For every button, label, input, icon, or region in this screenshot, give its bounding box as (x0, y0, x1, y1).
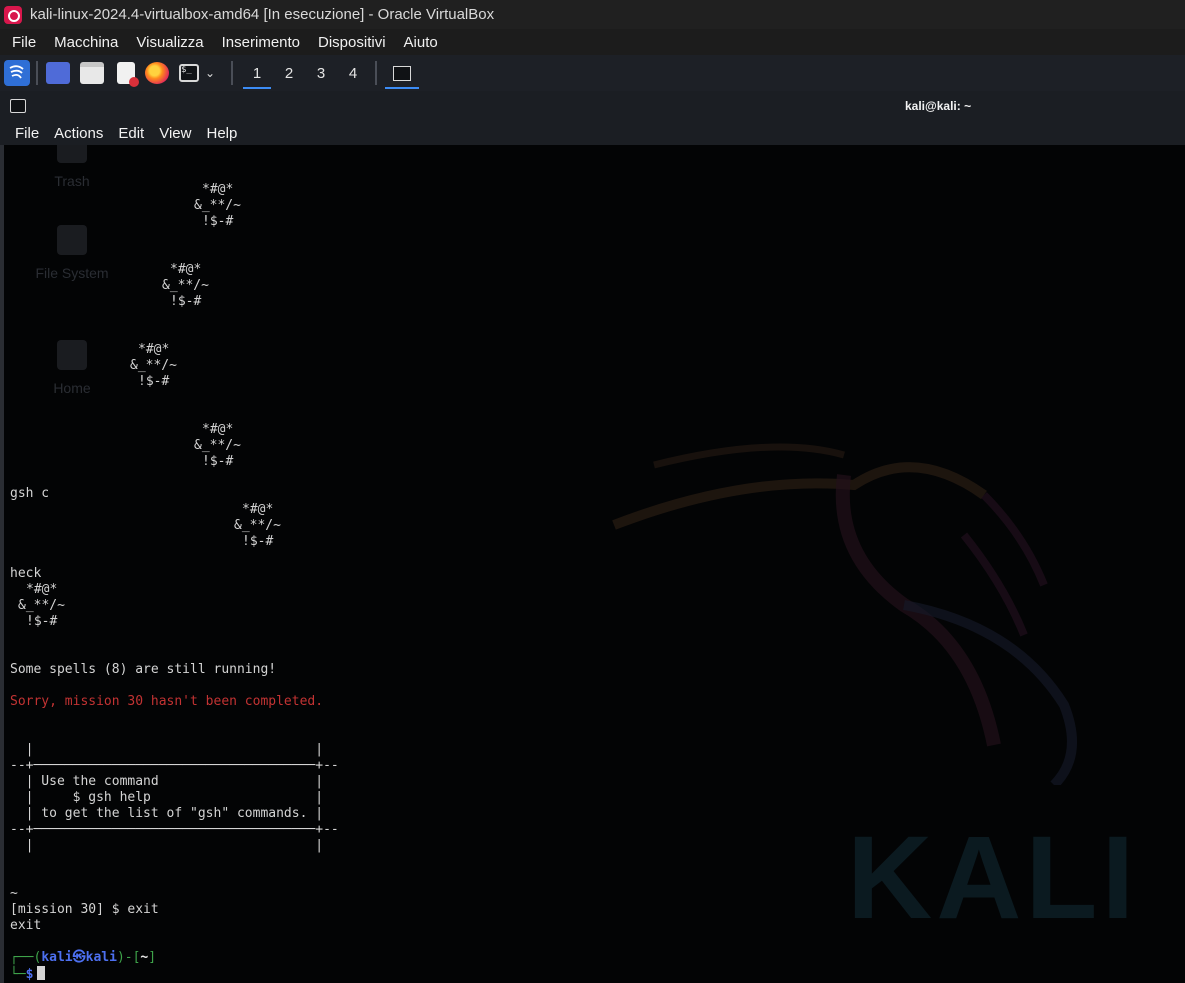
spell-line: !$-# (26, 614, 58, 629)
virtualbox-title-bar: kali-linux-2024.4-virtualbox-amd64 [In e… (0, 0, 1185, 29)
vb-menu-inserimento[interactable]: Inserimento (222, 34, 300, 51)
term-menu-help[interactable]: Help (206, 125, 237, 142)
file-manager-icon[interactable] (80, 62, 104, 84)
prompt-user: kali㉿kali (41, 950, 117, 965)
spell-line: *#@* (26, 582, 58, 597)
help-box-line: --+────────────────────────────────────+… (10, 822, 339, 837)
vb-menu-macchina[interactable]: Macchina (54, 34, 118, 51)
workspace-2[interactable]: 2 (273, 55, 305, 91)
vb-menu-file[interactable]: File (12, 34, 36, 51)
spell-line: &_**/~ (194, 438, 241, 453)
kali-watermark-text: KALI (847, 812, 1139, 944)
workspace-4[interactable]: 4 (337, 55, 369, 91)
text-cursor (37, 966, 46, 980)
output-line: exit (10, 918, 42, 933)
output-line: gsh c (10, 486, 50, 501)
spell-line: &_**/~ (18, 598, 65, 613)
help-box-line: | | (10, 742, 324, 757)
help-box-line: | Use the command | (10, 774, 324, 789)
terminal-icon[interactable]: $_ (179, 64, 199, 82)
spell-line: *#@* (202, 182, 234, 197)
taskbar-terminal-window[interactable] (385, 55, 420, 91)
firefox-icon[interactable] (145, 62, 169, 84)
spell-line: &_**/~ (130, 358, 177, 373)
workspace-1[interactable]: 1 (241, 55, 273, 91)
kali-dragon-watermark (612, 443, 1077, 785)
kali-menu-icon[interactable] (4, 60, 30, 86)
shell-prompt-line2[interactable]: └─$ (10, 966, 46, 983)
desktop-trash-icon: Trash (27, 145, 117, 189)
vb-menu-visualizza[interactable]: Visualizza (136, 34, 203, 51)
window-title: kali-linux-2024.4-virtualbox-amd64 [In e… (30, 6, 495, 23)
panel-separator (231, 61, 234, 85)
chevron-down-icon[interactable]: ⌄ (205, 66, 215, 80)
terminal-title-bar: kali@kali: ~ (0, 91, 1185, 121)
show-desktop-icon[interactable] (46, 62, 70, 84)
mission-prompt-line: [mission 30] $ exit (10, 902, 159, 917)
running-message: Some spells (8) are still running! (10, 662, 277, 677)
desktop-home-icon: Home (27, 340, 117, 396)
panel-separator (375, 61, 378, 85)
spell-line: !$-# (202, 214, 234, 229)
spell-line: !$-# (202, 454, 234, 469)
error-message: Sorry, mission 30 hasn't been completed. (10, 694, 324, 709)
term-menu-edit[interactable]: Edit (118, 125, 144, 142)
terminal-window-icon[interactable] (10, 99, 26, 113)
text-editor-icon[interactable] (117, 62, 139, 87)
spell-line: *#@* (242, 502, 274, 517)
kali-panel: $_ ⌄ 1 2 3 4 (0, 55, 1185, 91)
spell-line: *#@* (138, 342, 170, 357)
help-box-line: --+────────────────────────────────────+… (10, 758, 339, 773)
help-box-line: | | (10, 838, 324, 853)
virtualbox-menu-bar: File Macchina Visualizza Inserimento Dis… (0, 29, 1185, 55)
spell-line: *#@* (170, 262, 202, 277)
terminal-menu-bar: File Actions Edit View Help (0, 121, 1185, 145)
terminal-icon (393, 65, 412, 81)
vb-menu-dispositivi[interactable]: Dispositivi (318, 34, 386, 51)
help-box-line: | to get the list of "gsh" commands. | (10, 806, 324, 821)
term-menu-file[interactable]: File (15, 125, 39, 142)
output-line: heck (10, 566, 42, 581)
output-line: ~ (10, 886, 18, 901)
spell-line: *#@* (202, 422, 234, 437)
desktop-filesystem-icon: File System (27, 225, 117, 281)
help-box-line: | $ gsh help | (10, 790, 324, 805)
spell-line: !$-# (138, 374, 170, 389)
terminal-output-area[interactable]: Trash File System Home KALI *#@* &_**/~ … (4, 145, 1185, 983)
shell-prompt-line1: ┌──(kali㉿kali)-[~] (10, 950, 157, 965)
term-menu-view[interactable]: View (159, 125, 191, 142)
spell-line: &_**/~ (234, 518, 281, 533)
spell-line: &_**/~ (194, 198, 241, 213)
terminal-title: kali@kali: ~ (905, 99, 972, 113)
virtualbox-logo-icon (4, 5, 22, 24)
spell-line: &_**/~ (162, 278, 209, 293)
panel-separator (36, 61, 38, 85)
vb-menu-aiuto[interactable]: Aiuto (404, 34, 438, 51)
workspace-3[interactable]: 3 (305, 55, 337, 91)
spell-line: !$-# (170, 294, 202, 309)
spell-line: !$-# (242, 534, 274, 549)
term-menu-actions[interactable]: Actions (54, 125, 103, 142)
